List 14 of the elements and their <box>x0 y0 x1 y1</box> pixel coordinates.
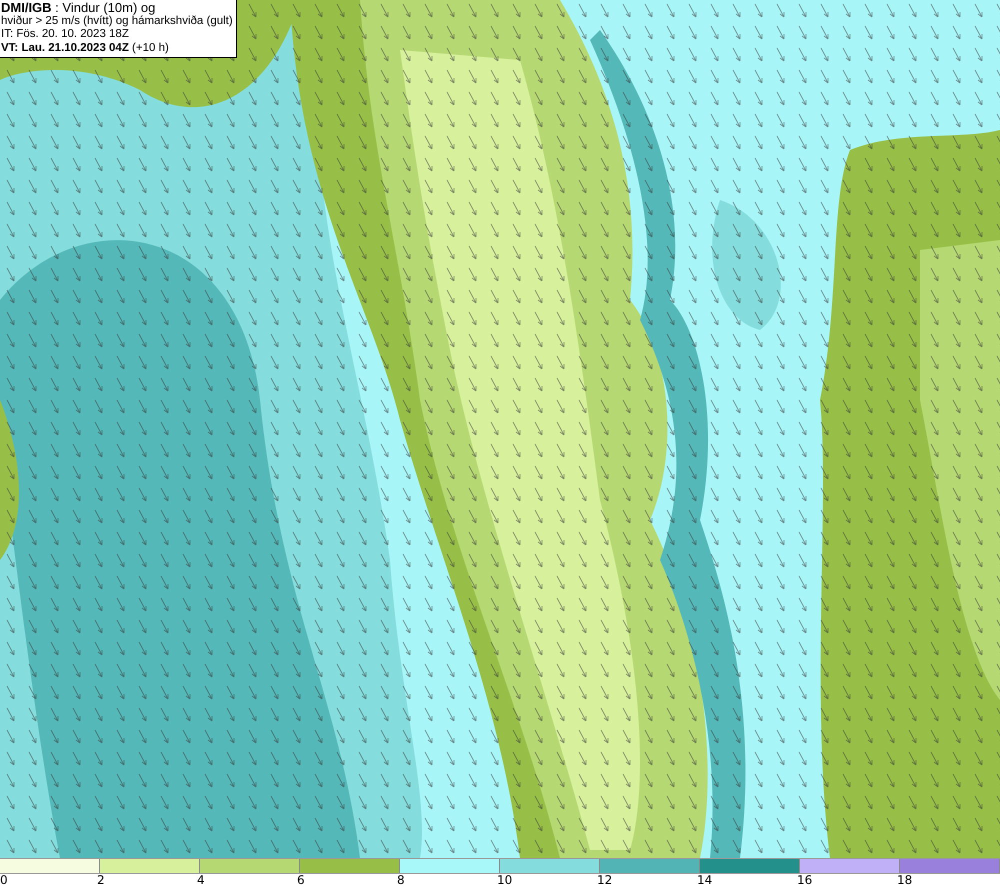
scale-label: 16 <box>797 873 812 887</box>
scale-label: 12 <box>597 873 612 887</box>
scale-label: 14 <box>697 873 712 887</box>
title-line: VT: Lau. 21.10.2023 04Z (+10 h) <box>1 42 170 55</box>
scale-label: 6 <box>297 873 305 887</box>
title-line: hviður > 25 m/s (hvítt) og hámarkshviða (gult) <box>1 14 233 28</box>
scale-label: 4 <box>197 873 205 887</box>
scale-label: 18 <box>897 873 912 887</box>
scale-label: 10 <box>497 873 512 887</box>
title-line: DMI/IGB : Vindur (10m) og <box>1 1 156 14</box>
scale-label: 8 <box>397 873 405 887</box>
scale-label: 2 <box>97 873 105 887</box>
scale-label: 0 <box>0 873 8 887</box>
title-line: IT: Fös. 20. 10. 2023 18Z <box>1 28 130 42</box>
